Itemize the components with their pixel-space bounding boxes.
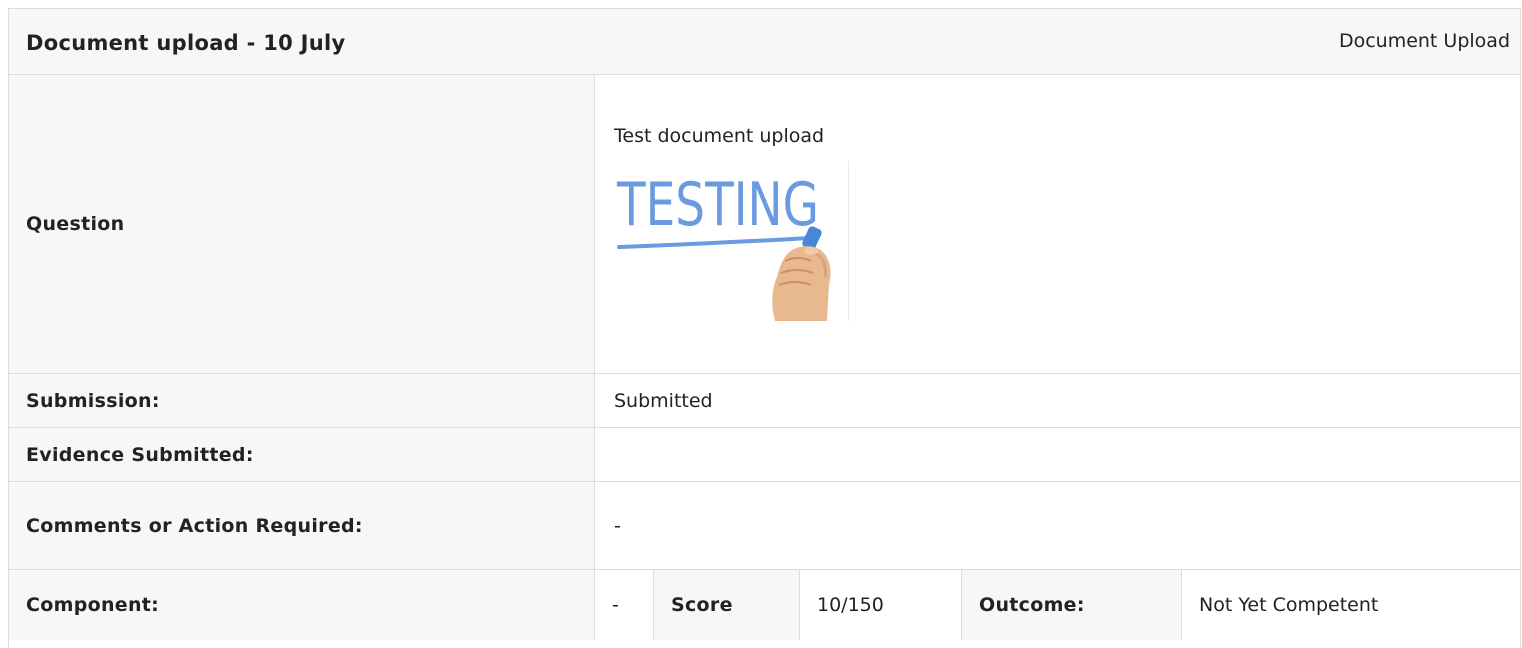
question-label-cell: Question	[9, 75, 595, 373]
question-label: Question	[26, 213, 125, 235]
card-header: Document upload - 10 July Document Uploa…	[9, 9, 1520, 75]
question-text: Test document upload	[614, 125, 825, 147]
submission-value-cell: Submitted	[595, 374, 1520, 427]
submission-label-cell: Submission:	[9, 374, 595, 427]
comments-label-cell: Comments or Action Required:	[9, 482, 595, 569]
submission-status: Submitted	[614, 389, 713, 412]
outcome-label: Outcome:	[979, 594, 1085, 616]
comments-label: Comments or Action Required:	[26, 514, 363, 537]
outcome-value: Not Yet Competent	[1199, 594, 1379, 616]
comments-value-cell: -	[595, 482, 1520, 569]
comments-row: Comments or Action Required: -	[9, 482, 1520, 570]
evidence-value-cell	[595, 428, 1520, 481]
evidence-label: Evidence Submitted:	[26, 443, 254, 466]
assessment-title: Document upload - 10 July	[26, 31, 346, 55]
submission-row: Submission: Submitted	[9, 374, 1520, 428]
score-value: 10/150	[817, 594, 884, 616]
submission-label: Submission:	[26, 389, 160, 412]
question-row: Question Test document upload TESTING	[9, 75, 1520, 374]
evidence-label-cell: Evidence Submitted:	[9, 428, 595, 481]
testing-text: TESTING	[616, 170, 819, 240]
evidence-row: Evidence Submitted:	[9, 428, 1520, 482]
testing-image-icon: TESTING	[616, 170, 831, 321]
assessment-card: Document upload - 10 July Document Uploa…	[8, 8, 1521, 648]
question-image[interactable]: TESTING	[615, 161, 849, 321]
question-value-cell: Test document upload TESTING	[595, 75, 1520, 373]
assessment-type: Document Upload	[1338, 30, 1510, 52]
component-label: Component:	[26, 594, 160, 616]
component-value: -	[612, 594, 619, 616]
comments-value: -	[614, 514, 621, 537]
score-label: Score	[671, 594, 733, 616]
